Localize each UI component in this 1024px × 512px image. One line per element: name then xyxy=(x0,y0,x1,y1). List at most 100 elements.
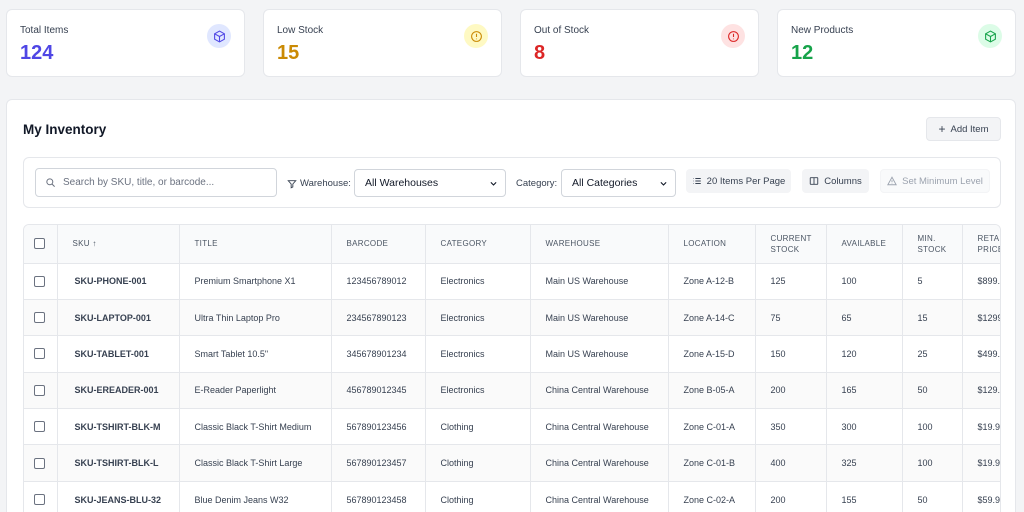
cell-barcode: 234567890123 xyxy=(331,299,426,337)
cell-current: 400 xyxy=(755,444,827,482)
table-header-row: SKU ↑ TITLE BARCODE CATEGORY WAREHOUSE L… xyxy=(24,225,1000,264)
table-row[interactable]: SKU-EREADER-001 E-Reader Paperlight 456789… xyxy=(24,372,1000,410)
columns-button[interactable]: Columns xyxy=(802,169,869,193)
cell-location: Zone C-01-A xyxy=(668,408,756,446)
stat-card-new-products: New Products 12 xyxy=(777,9,1016,77)
cell-sku: SKU-TABLET-001 xyxy=(57,335,180,373)
column-header-location[interactable]: LOCATION xyxy=(668,225,756,264)
cell-current: 150 xyxy=(755,335,827,373)
warehouse-filter-label: Warehouse: xyxy=(287,178,351,189)
cell-sku: SKU-TSHIRT-BLK-M xyxy=(57,408,180,446)
table-row[interactable]: SKU-PHONE-001 Premium Smartphone X1 123456… xyxy=(24,263,1000,300)
stat-label: Total Items xyxy=(20,25,69,36)
row-checkbox[interactable] xyxy=(34,494,45,506)
cell-warehouse: China Central Warehouse xyxy=(530,408,669,446)
alert-circle-icon xyxy=(721,24,745,48)
cell-price: $129.99 xyxy=(962,372,1000,410)
chevron-down-icon xyxy=(490,181,497,186)
set-minimum-level-button[interactable]: Set Minimum Level xyxy=(880,169,990,193)
search-icon xyxy=(46,178,55,187)
column-header-category[interactable]: CATEGORY xyxy=(425,225,531,264)
list-icon xyxy=(692,178,701,184)
cell-warehouse: China Central Warehouse xyxy=(530,481,669,512)
column-header-warehouse[interactable]: WAREHOUSE xyxy=(530,225,669,264)
cell-category: Electronics xyxy=(425,372,531,410)
cell-min: 50 xyxy=(902,372,963,410)
cell-min: 15 xyxy=(902,299,963,337)
cell-price: $899.99 xyxy=(962,263,1000,300)
add-item-button[interactable]: + Add Item xyxy=(926,117,1001,141)
column-header-title[interactable]: TITLE xyxy=(179,225,332,264)
sku-header-label: SKU xyxy=(72,239,90,249)
cell-current: 200 xyxy=(755,372,827,410)
row-checkbox[interactable] xyxy=(34,348,45,360)
sort-up-icon: ↑ xyxy=(92,239,97,249)
search-input[interactable]: Search by SKU, title, or barcode... xyxy=(35,168,277,197)
warehouse-select[interactable]: All Warehouses xyxy=(354,169,506,197)
cell-warehouse: Main US Warehouse xyxy=(530,299,669,337)
cell-min: 50 xyxy=(902,481,963,512)
table-row[interactable]: SKU-LAPTOP-001 Ultra Thin Laptop Pro 23456… xyxy=(24,299,1000,337)
cell-title: Premium Smartphone X1 xyxy=(179,263,332,300)
filter-icon xyxy=(287,179,297,188)
cell-current: 75 xyxy=(755,299,827,337)
column-header-available[interactable]: AVAILABLE xyxy=(826,225,903,264)
cell-warehouse: China Central Warehouse xyxy=(530,372,669,410)
row-checkbox[interactable] xyxy=(34,457,45,469)
cell-category: Clothing xyxy=(425,408,531,446)
cell-current: 350 xyxy=(755,408,827,446)
cell-barcode: 567890123456 xyxy=(331,408,426,446)
cell-title: Classic Black T-Shirt Large xyxy=(179,444,332,482)
column-header-current-stock[interactable]: CURRENT STOCK xyxy=(755,225,827,264)
cell-warehouse: China Central Warehouse xyxy=(530,444,669,482)
row-checkbox[interactable] xyxy=(34,421,45,433)
table-row[interactable]: SKU-TSHIRT-BLK-L Classic Black T-Shirt La… xyxy=(24,444,1000,482)
alert-circle-icon xyxy=(464,24,488,48)
cell-category: Clothing xyxy=(425,444,531,482)
cell-sku: SKU-EREADER-001 xyxy=(57,372,180,410)
cell-min: 25 xyxy=(902,335,963,373)
row-select-cell xyxy=(24,299,58,337)
cell-title: E-Reader Paperlight xyxy=(179,372,332,410)
stat-label: Out of Stock xyxy=(534,25,590,36)
cell-barcode: 123456789012 xyxy=(331,263,426,300)
filter-toolbar: Search by SKU, title, or barcode... Ware… xyxy=(23,157,1001,208)
cell-min: 100 xyxy=(902,408,963,446)
stat-card-out-of-stock: Out of Stock 8 xyxy=(520,9,759,77)
cell-available: 155 xyxy=(826,481,903,512)
row-select-cell xyxy=(24,263,58,300)
cell-category: Electronics xyxy=(425,263,531,300)
column-header-sku[interactable]: SKU ↑ xyxy=(57,225,180,264)
cell-sku: SKU-PHONE-001 xyxy=(57,263,180,300)
cell-price: $19.99 xyxy=(962,444,1000,482)
cell-available: 100 xyxy=(826,263,903,300)
row-checkbox[interactable] xyxy=(34,275,45,287)
category-select[interactable]: All Categories xyxy=(561,169,676,197)
cell-min: 100 xyxy=(902,444,963,482)
cell-available: 325 xyxy=(826,444,903,482)
cell-sku: SKU-TSHIRT-BLK-L xyxy=(57,444,180,482)
column-header-min-stock[interactable]: MIN. STOCK xyxy=(902,225,963,264)
cell-title: Classic Black T-Shirt Medium xyxy=(179,408,332,446)
cell-current: 125 xyxy=(755,263,827,300)
cell-sku: SKU-LAPTOP-001 xyxy=(57,299,180,337)
select-all-checkbox[interactable] xyxy=(34,238,45,250)
table-row[interactable]: SKU-JEANS-BLU-32 Blue Denim Jeans W32 5678… xyxy=(24,481,1000,512)
column-header-barcode[interactable]: BARCODE xyxy=(331,225,426,264)
cell-price: $499.99 xyxy=(962,335,1000,373)
search-placeholder: Search by SKU, title, or barcode... xyxy=(63,177,215,188)
cell-sku: SKU-JEANS-BLU-32 xyxy=(57,481,180,512)
column-header-retail-price[interactable]: RETAIL PRICE xyxy=(962,225,1000,264)
row-select-cell xyxy=(24,481,58,512)
table-row[interactable]: SKU-TABLET-001 Smart Tablet 10.5" 34567890… xyxy=(24,335,1000,373)
items-per-page-button[interactable]: 20 Items Per Page xyxy=(686,169,791,193)
category-select-value: All Categories xyxy=(572,177,638,189)
row-checkbox[interactable] xyxy=(34,312,45,324)
cell-barcode: 345678901234 xyxy=(331,335,426,373)
stat-value: 8 xyxy=(534,42,546,64)
row-select-cell xyxy=(24,372,58,410)
table-row[interactable]: SKU-TSHIRT-BLK-M Classic Black T-Shirt Me… xyxy=(24,408,1000,446)
row-checkbox[interactable] xyxy=(34,384,45,396)
cell-current: 200 xyxy=(755,481,827,512)
cell-warehouse: Main US Warehouse xyxy=(530,263,669,300)
